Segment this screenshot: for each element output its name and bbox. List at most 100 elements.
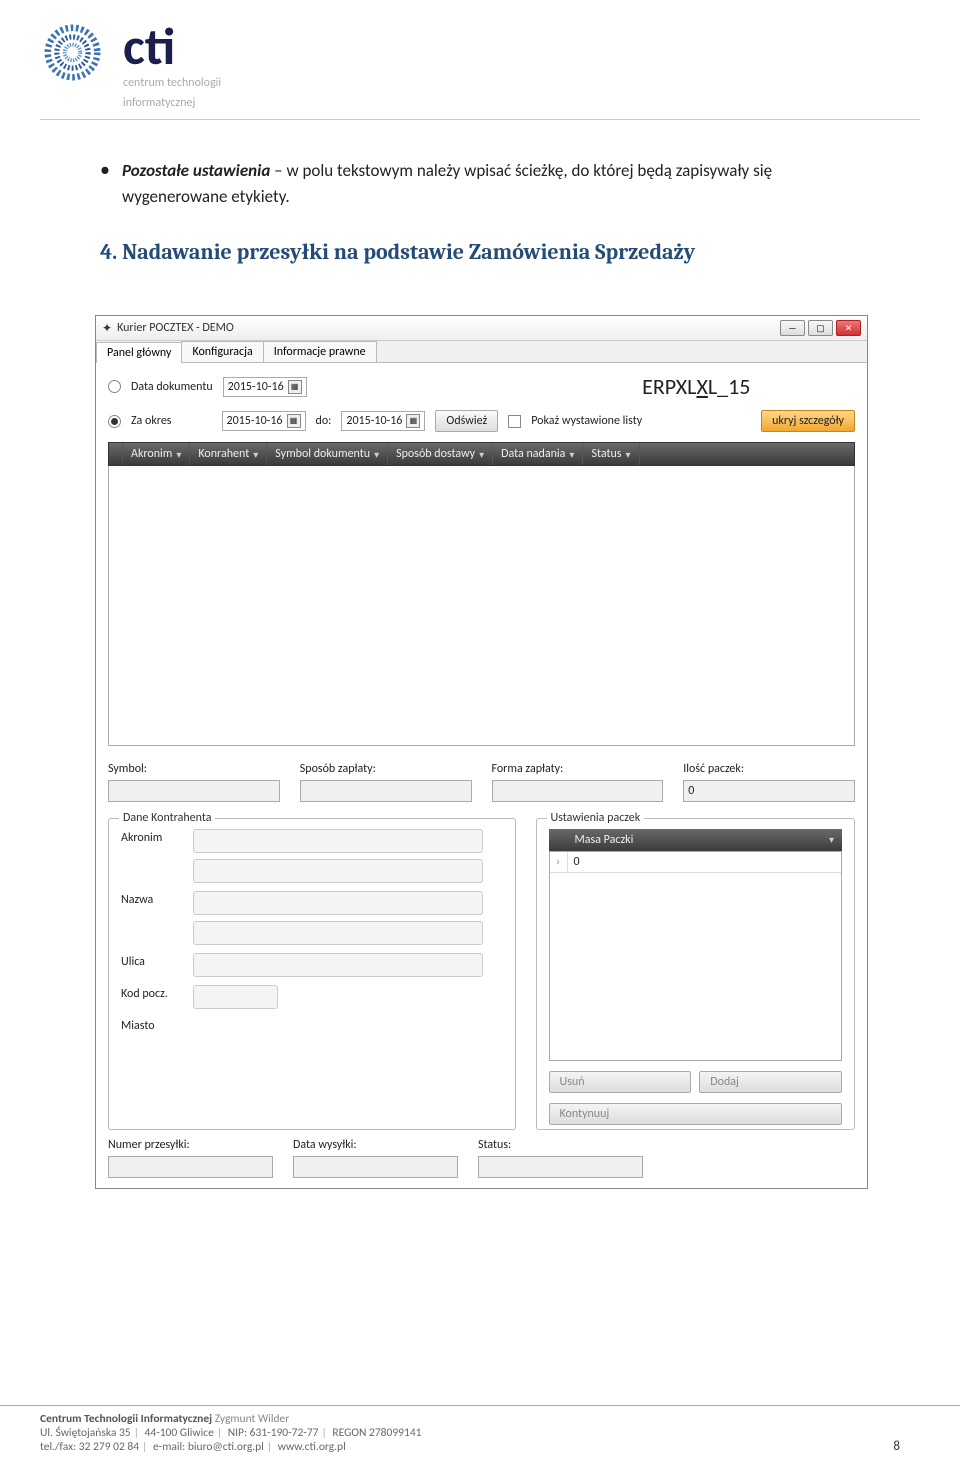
- footer-company: Centrum Technologii Informatycznej: [40, 1412, 212, 1426]
- tab-informacje[interactable]: Informacje prawne: [263, 341, 377, 362]
- label-sposob-zaplaty: Sposób zapłaty:: [300, 762, 472, 776]
- hide-details-button[interactable]: ukryj szczegóły: [761, 410, 855, 432]
- calendar-icon[interactable]: ▦: [288, 380, 302, 394]
- group-dane-kontrahenta: Dane Kontrahenta Akronim Nazwa: [108, 818, 516, 1130]
- paczki-grid-body: › 0: [549, 851, 842, 1061]
- date-to-input[interactable]: 2015-10-16 ▦: [341, 411, 425, 431]
- label-akronim: Akronim: [121, 829, 181, 845]
- label-forma-zaplaty: Forma zapłaty:: [492, 762, 664, 776]
- page-footer: Centrum Technologii Informatycznej Zygmu…: [0, 1405, 960, 1454]
- usun-button[interactable]: Usuń: [549, 1071, 692, 1093]
- filter-icon: ▾: [374, 448, 379, 461]
- date-from-value: 2015-10-16: [227, 414, 283, 428]
- label-numer-przesylki: Numer przesyłki:: [108, 1138, 273, 1152]
- label-miasto: Miasto: [121, 1017, 181, 1033]
- grid-body: [108, 466, 855, 746]
- label-nazwa: Nazwa: [121, 891, 181, 907]
- filter-icon: ▾: [479, 448, 484, 461]
- footer-tel: tel./fax: 32 279 02 84: [40, 1440, 139, 1454]
- window-title: Kurier POCZTEX - DEMO: [117, 321, 234, 335]
- brand-name: cti: [123, 20, 221, 72]
- label-za-okres: Za okres: [131, 414, 172, 428]
- input-akronim-2[interactable]: [193, 859, 483, 883]
- col-kontrahent[interactable]: Konrahent▾: [190, 443, 267, 465]
- input-symbol[interactable]: [108, 780, 280, 802]
- input-kod-pocz[interactable]: [193, 985, 278, 1009]
- col-symbol[interactable]: Symbol dokumentu▾: [267, 443, 388, 465]
- input-ulica[interactable]: [193, 953, 483, 977]
- filter-icon: ▾: [569, 448, 574, 461]
- col-data-nadania[interactable]: Data nadania▾: [493, 443, 583, 465]
- input-akronim-1[interactable]: [193, 829, 483, 853]
- footer-name: Zygmunt Wilder: [215, 1412, 290, 1426]
- radio-data-dokumentu[interactable]: [108, 380, 121, 393]
- col-akronim[interactable]: Akronim▾: [123, 443, 190, 465]
- label-pokaz-listy: Pokaż wystawione listy: [531, 414, 642, 428]
- erp-label: ERPXLXL_15: [642, 373, 750, 400]
- maximize-button[interactable]: ▢: [808, 320, 833, 336]
- footer-addr: Ul. Świętojańska 35: [40, 1426, 131, 1440]
- date-dokumentu-input[interactable]: 2015-10-16 ▦: [223, 377, 307, 397]
- bullet-paragraph: • Pozostałe ustawienia – w polu tekstowy…: [100, 158, 860, 209]
- footer-nip: NIP: 631-190-72-77: [228, 1426, 319, 1440]
- date-from-input[interactable]: 2015-10-16 ▦: [222, 411, 306, 431]
- label-ulica: Ulica: [121, 953, 181, 969]
- filter-icon: ▾: [625, 448, 630, 461]
- grid-header: Akronim▾ Konrahent▾ Symbol dokumentu▾ Sp…: [108, 442, 855, 466]
- input-data-wysylki[interactable]: [293, 1156, 458, 1178]
- date-dokumentu-value: 2015-10-16: [228, 380, 284, 394]
- col-sposob[interactable]: Sposób dostawy▾: [388, 443, 493, 465]
- brand-sub2: informatycznej: [123, 96, 221, 112]
- title-bar: ✦ Kurier POCZTEX - DEMO — ▢ ✕: [96, 316, 867, 341]
- footer-city: 44-100 Gliwice: [145, 1426, 214, 1440]
- group-title-paczki: Ustawienia paczek: [547, 811, 645, 825]
- input-ilosc-paczek[interactable]: 0: [683, 780, 855, 802]
- kontynuuj-button[interactable]: Kontynuuj: [549, 1103, 842, 1125]
- minimize-button[interactable]: —: [780, 320, 805, 336]
- paczki-row[interactable]: › 0: [550, 852, 841, 873]
- label-symbol: Symbol:: [108, 762, 280, 776]
- checkbox-pokaz-listy[interactable]: [508, 415, 521, 428]
- col-status[interactable]: Status▾: [583, 443, 639, 465]
- label-data-dokumentu: Data dokumentu: [131, 380, 213, 394]
- tab-panel-glowny[interactable]: Panel główny: [96, 342, 182, 363]
- tabs-bar: Panel główny Konfiguracja Informacje pra…: [96, 341, 867, 362]
- footer-email: e-mail: biuro@cti.org.pl: [153, 1440, 264, 1454]
- close-button[interactable]: ✕: [836, 320, 861, 336]
- header-divider: [40, 119, 920, 120]
- input-nazwa-2[interactable]: [193, 921, 483, 945]
- input-status[interactable]: [478, 1156, 643, 1178]
- do-label: do:: [316, 414, 332, 428]
- bullet-term: Pozostałe ustawienia: [122, 160, 270, 181]
- input-sposob-zaplaty[interactable]: [300, 780, 472, 802]
- tab-konfiguracja[interactable]: Konfiguracja: [181, 341, 263, 362]
- input-numer-przesylki[interactable]: [108, 1156, 273, 1178]
- calendar-icon[interactable]: ▦: [287, 414, 301, 428]
- app-icon: ✦: [102, 321, 112, 336]
- app-window: ✦ Kurier POCZTEX - DEMO — ▢ ✕ Panel głów…: [95, 315, 868, 1189]
- page-header: cti centrum technologii informatycznej: [0, 0, 960, 128]
- label-data-wysylki: Data wysyłki:: [293, 1138, 458, 1152]
- refresh-button[interactable]: Odśwież: [435, 410, 498, 432]
- col-masa-paczki[interactable]: Masa Paczki: [575, 833, 634, 847]
- brand-sub1: centrum technologii: [123, 76, 221, 92]
- bullet-dot-icon: •: [100, 158, 110, 209]
- input-forma-zaplaty[interactable]: [492, 780, 664, 802]
- date-to-value: 2015-10-16: [346, 414, 402, 428]
- paczki-header: Masa Paczki ▾: [549, 829, 842, 851]
- radio-za-okres[interactable]: [108, 415, 121, 428]
- section-heading: 4. Nadawanie przesyłki na podstawie Zamó…: [100, 239, 860, 265]
- row-arrow-icon: ›: [550, 852, 568, 872]
- dodaj-button[interactable]: Dodaj: [699, 1071, 842, 1093]
- group-ustawienia-paczek: Ustawienia paczek Masa Paczki ▾ › 0 Usuń: [536, 818, 855, 1130]
- group-title-kontrahent: Dane Kontrahenta: [119, 811, 215, 825]
- calendar-icon[interactable]: ▦: [406, 414, 420, 428]
- footer-web: www.cti.org.pl: [278, 1440, 346, 1454]
- company-logo-icon: [40, 20, 105, 85]
- filter-icon[interactable]: ▾: [829, 833, 834, 847]
- label-status: Status:: [478, 1138, 643, 1152]
- filter-icon: ▾: [176, 448, 181, 461]
- label-ilosc-paczek: Ilość paczek:: [683, 762, 855, 776]
- masa-value: 0: [568, 852, 586, 872]
- input-nazwa-1[interactable]: [193, 891, 483, 915]
